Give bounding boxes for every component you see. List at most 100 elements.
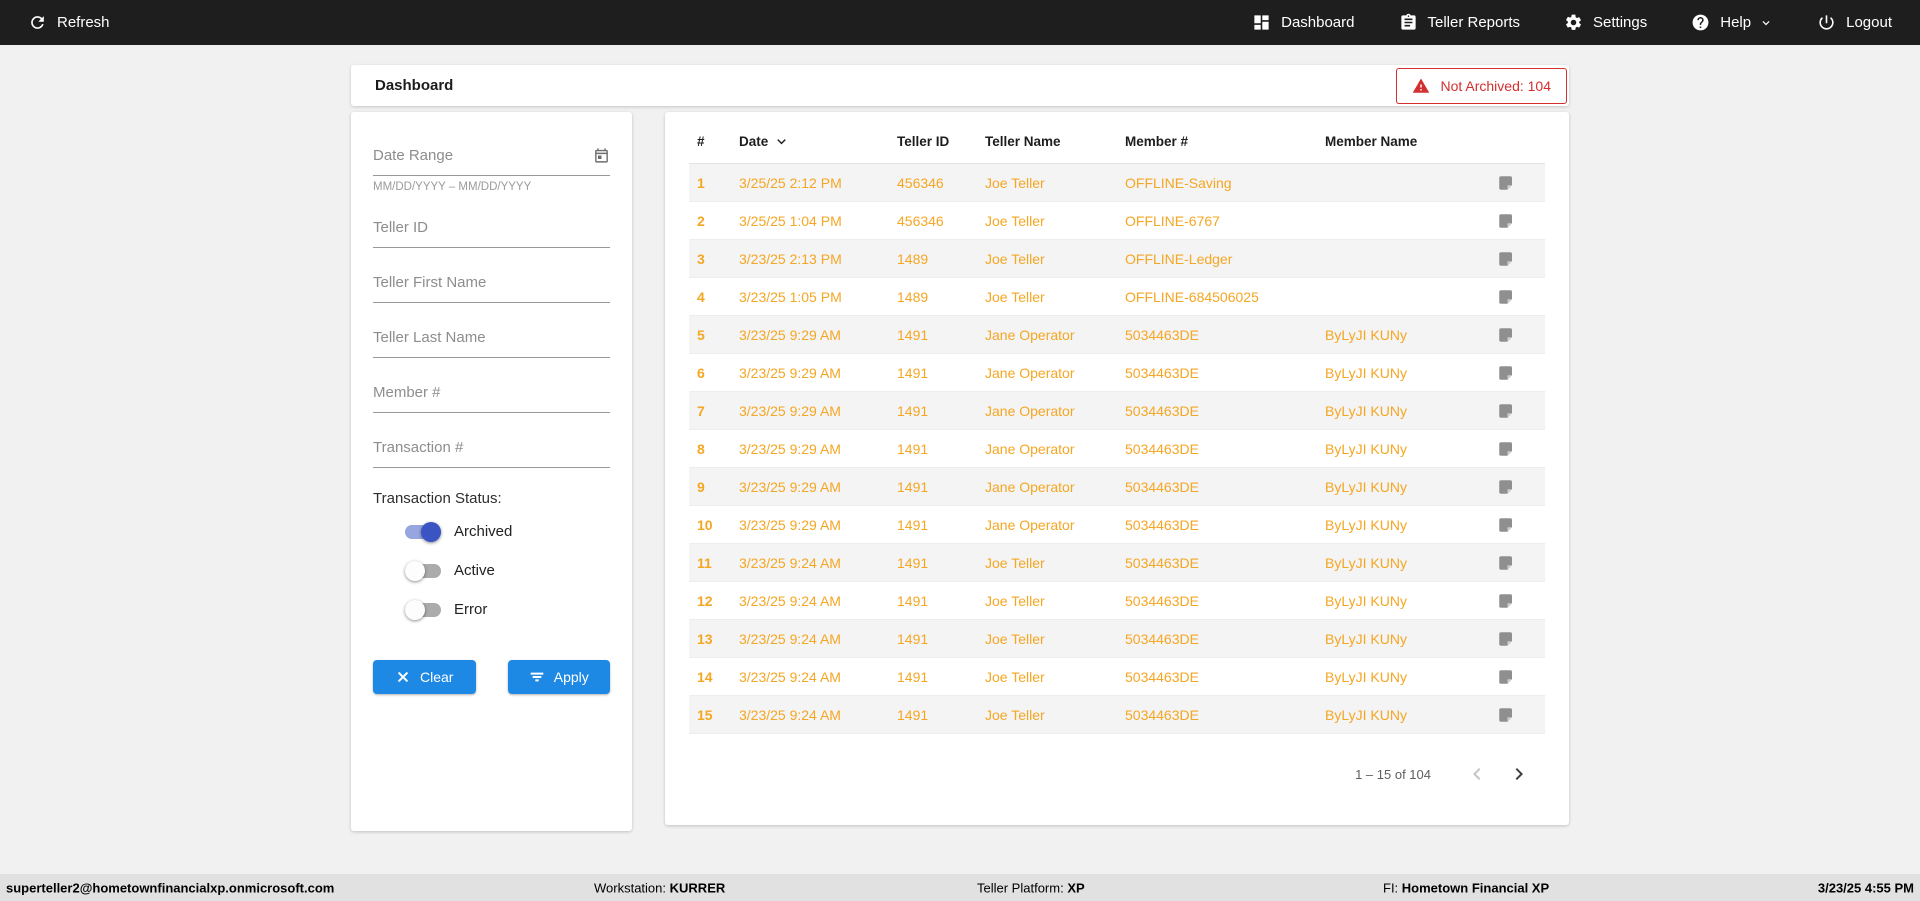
note-icon[interactable] [1497, 668, 1515, 686]
note-icon[interactable] [1497, 402, 1515, 420]
archived-switch[interactable] [405, 521, 441, 542]
table-row[interactable]: 10 3/23/25 9:29 AM 1491 Jane Operator 50… [689, 506, 1545, 544]
row-teller-name: Joe Teller [985, 288, 1045, 305]
row-teller-id: 1491 [897, 326, 929, 343]
table-row[interactable]: 13 3/23/25 9:24 AM 1491 Joe Teller 50344… [689, 619, 1545, 658]
row-teller-id: 1491 [897, 630, 929, 647]
toggle-error[interactable]: Error [405, 599, 610, 620]
table-row[interactable]: 12 3/23/25 9:24 AM 1491 Joe Teller 50344… [689, 582, 1545, 620]
table-row[interactable]: 5 3/23/25 9:29 AM 1491 Jane Operator 503… [689, 315, 1545, 354]
not-archived-label: Not Archived: 104 [1440, 77, 1551, 94]
topbar: Refresh Dashboard Teller Reports Setting… [0, 0, 1920, 45]
row-member-number: OFFLINE-6767 [1125, 212, 1220, 229]
row-teller-id: 1491 [897, 668, 929, 685]
prev-page-button[interactable] [1465, 762, 1489, 786]
platform-value: XP [1067, 880, 1085, 895]
page-title: Dashboard [375, 77, 454, 94]
note-icon[interactable] [1497, 554, 1515, 572]
apply-button-label: Apply [553, 669, 589, 685]
row-number: 5 [697, 326, 705, 343]
table-row[interactable]: 4 3/23/25 1:05 PM 1489 Joe Teller OFFLIN… [689, 278, 1545, 316]
note-icon[interactable] [1497, 212, 1515, 230]
table-row[interactable]: 1 3/25/25 2:12 PM 456346 Joe Teller OFFL… [689, 163, 1545, 202]
table-row[interactable]: 7 3/23/25 9:29 AM 1491 Jane Operator 503… [689, 391, 1545, 430]
teller-last-name-input[interactable] [373, 320, 610, 358]
nav-teller-reports[interactable]: Teller Reports [1399, 13, 1521, 32]
note-icon[interactable] [1497, 516, 1515, 534]
toggle-active-label: Active [454, 562, 495, 579]
teller-first-name-input[interactable] [373, 265, 610, 303]
row-teller-id: 456346 [897, 212, 944, 229]
nav-teller-reports-label: Teller Reports [1427, 14, 1521, 31]
transaction-number-input[interactable] [373, 430, 610, 468]
table-row[interactable]: 11 3/23/25 9:24 AM 1491 Joe Teller 50344… [689, 543, 1545, 582]
nav-dashboard-label: Dashboard [1281, 14, 1355, 31]
col-header-date[interactable]: Date [731, 118, 889, 164]
teller-reports-icon [1400, 13, 1416, 30]
warning-icon [1413, 78, 1430, 93]
dashboard-icon [1254, 15, 1269, 30]
table-row[interactable]: 3 3/23/25 2:13 PM 1489 Joe Teller OFFLIN… [689, 239, 1545, 278]
note-icon[interactable] [1497, 440, 1515, 458]
row-number: 10 [697, 516, 713, 533]
active-switch[interactable] [405, 560, 441, 581]
row-teller-name: Jane Operator [985, 364, 1075, 381]
note-icon[interactable] [1497, 326, 1515, 344]
member-number-input[interactable] [373, 375, 610, 413]
next-page-button[interactable] [1507, 762, 1531, 786]
note-icon[interactable] [1497, 250, 1515, 268]
teller-id-input[interactable] [373, 210, 610, 248]
row-number: 15 [697, 706, 713, 723]
note-icon[interactable] [1497, 706, 1515, 724]
nav-settings[interactable]: Settings [1564, 13, 1647, 32]
table-row[interactable]: 14 3/23/25 9:24 AM 1491 Joe Teller 50344… [689, 658, 1545, 696]
current-datetime: 3/23/25 4:55 PM [1817, 880, 1914, 895]
row-note-cell [1489, 430, 1545, 468]
nav-dashboard[interactable]: Dashboard [1252, 13, 1355, 32]
note-icon[interactable] [1497, 630, 1515, 648]
row-member-name: ByLyJI KUNy [1325, 706, 1407, 723]
note-icon[interactable] [1497, 364, 1515, 382]
date-range-input[interactable] [373, 138, 610, 176]
row-date: 3/23/25 9:24 AM [739, 592, 841, 609]
filter-panel: MM/DD/YYYY – MM/DD/YYYY Transaction Stat… [351, 112, 632, 831]
row-number: 14 [697, 668, 713, 685]
note-icon[interactable] [1497, 592, 1515, 610]
row-number: 7 [697, 402, 705, 419]
row-note-cell [1489, 202, 1545, 240]
apply-button[interactable]: Apply [507, 660, 610, 694]
row-teller-id: 1491 [897, 440, 929, 457]
table-row[interactable]: 2 3/25/25 1:04 PM 456346 Joe Teller OFFL… [689, 202, 1545, 240]
row-teller-id: 1491 [897, 478, 929, 495]
row-teller-name: Joe Teller [985, 706, 1045, 723]
workstation-status: Workstation: KURRER [594, 880, 725, 895]
row-member-name: ByLyJI KUNy [1325, 668, 1407, 685]
calendar-icon[interactable] [593, 147, 610, 164]
toggle-archived[interactable]: Archived [405, 521, 610, 542]
row-member-number: OFFLINE-684506025 [1125, 288, 1259, 305]
row-teller-name: Jane Operator [985, 516, 1075, 533]
note-icon[interactable] [1497, 174, 1515, 192]
toggle-active[interactable]: Active [405, 560, 610, 581]
row-teller-id: 456346 [897, 174, 944, 191]
row-member-number: 5034463DE [1125, 364, 1199, 381]
teller-platform-status: Teller Platform: XP [977, 880, 1085, 895]
error-switch[interactable] [405, 599, 441, 620]
table-row[interactable]: 9 3/23/25 9:29 AM 1491 Jane Operator 503… [689, 467, 1545, 506]
nav-logout[interactable]: Logout [1817, 13, 1892, 32]
table-row[interactable]: 15 3/23/25 9:24 AM 1491 Joe Teller 50344… [689, 695, 1545, 734]
refresh-button[interactable]: Refresh [28, 13, 110, 32]
clear-button[interactable]: Clear [373, 660, 476, 694]
pagination: 1 – 15 of 104 [689, 762, 1545, 786]
row-member-name [1317, 164, 1489, 202]
row-number: 9 [697, 478, 705, 495]
row-member-name: ByLyJI KUNy [1325, 516, 1407, 533]
note-icon[interactable] [1497, 478, 1515, 496]
note-icon[interactable] [1497, 288, 1515, 306]
nav-help[interactable]: Help [1691, 13, 1773, 32]
power-icon [1819, 15, 1834, 30]
table-row[interactable]: 8 3/23/25 9:29 AM 1491 Jane Operator 503… [689, 430, 1545, 468]
filter-icon [530, 672, 544, 682]
col-header-teller-id: Teller ID [889, 118, 977, 164]
table-row[interactable]: 6 3/23/25 9:29 AM 1491 Jane Operator 503… [689, 354, 1545, 392]
